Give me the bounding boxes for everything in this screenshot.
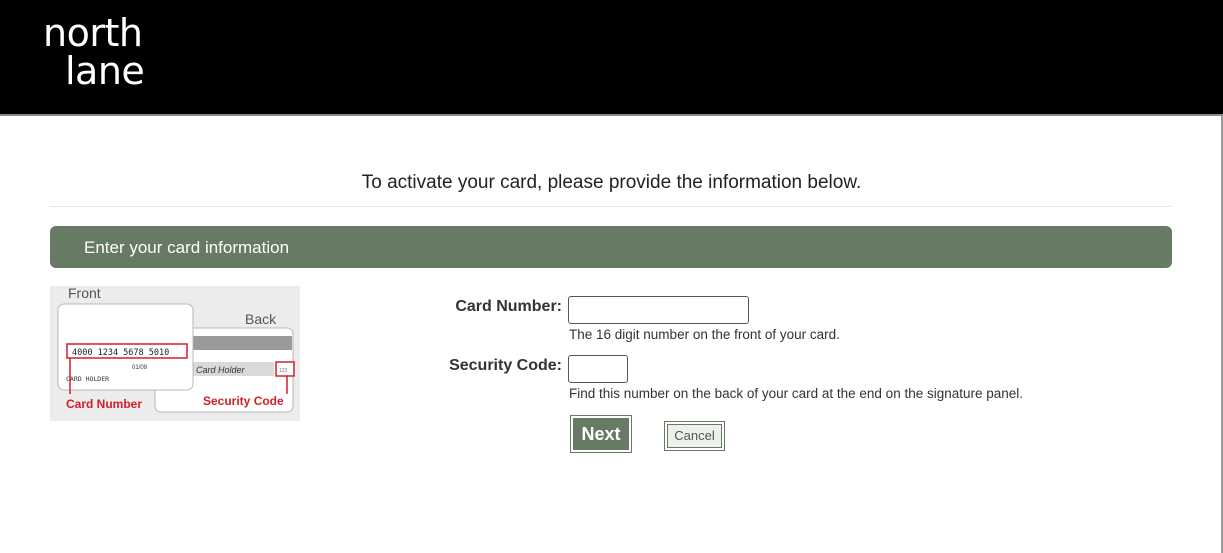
card-front: 4000 1234 5678 5010 01/09 CARD HOLDER <box>57 303 194 391</box>
card-back-label: Back <box>245 311 277 327</box>
card-holder-front: CARD HOLDER <box>66 375 109 383</box>
site-header: north lane <box>0 0 1223 116</box>
security-code-hint: Find this number on the back of your car… <box>569 386 1024 401</box>
divider <box>50 206 1172 207</box>
card-number-input[interactable] <box>568 296 749 324</box>
card-front-label: Front <box>68 286 101 301</box>
card-number-sample: 4000 1234 5678 5010 <box>72 348 169 358</box>
cancel-button[interactable]: Cancel <box>664 421 725 451</box>
next-button-label: Next <box>573 418 629 450</box>
card-number-caption: Card Number <box>66 397 142 411</box>
brand-logo-line2: lane <box>65 49 145 93</box>
brand-logo-line1: north <box>43 11 143 55</box>
security-code-caption: Security Code <box>203 394 284 408</box>
card-expiry-sample: 01/09 <box>132 365 148 371</box>
brand-logo[interactable]: north lane <box>43 11 145 93</box>
intro-text: To activate your card, please provide th… <box>361 172 862 193</box>
card-diagram-image: Card Holder 123 Back 4000 1234 5678 5010… <box>50 286 300 421</box>
next-button[interactable]: Next <box>570 415 632 453</box>
security-code-input[interactable] <box>568 355 628 383</box>
card-number-hint: The 16 digit number on the front of your… <box>569 327 840 342</box>
security-code-label: Security Code: <box>449 357 562 374</box>
cancel-button-label: Cancel <box>667 424 722 448</box>
section-header: Enter your card information <box>50 226 1172 268</box>
card-cvv-sample: 123 <box>279 368 288 374</box>
card-back-holder: Card Holder <box>196 365 246 375</box>
section-title: Enter your card information <box>84 238 290 257</box>
card-number-label: Card Number: <box>455 298 562 315</box>
